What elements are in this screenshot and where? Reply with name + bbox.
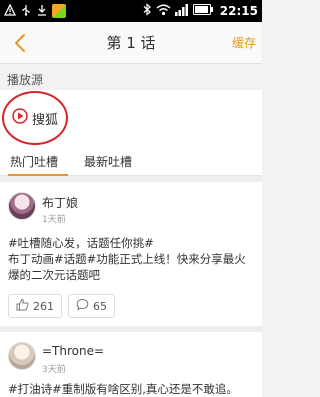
comment-bubble-icon xyxy=(76,298,89,314)
page-title: 第 1 话 xyxy=(106,34,156,52)
like-button[interactable]: 261 xyxy=(8,294,62,318)
sohu-logo-icon xyxy=(12,108,28,128)
download-icon xyxy=(36,4,48,19)
post-username[interactable]: 布丁娘 xyxy=(42,194,78,211)
usb-icon xyxy=(20,4,32,19)
title-bar: 第 1 话 缓存 xyxy=(0,22,262,64)
post-time: 3天前 xyxy=(42,365,66,375)
status-bar: 22:15 xyxy=(0,0,262,22)
app-notification-icon xyxy=(52,4,66,18)
comment-count: 65 xyxy=(93,299,107,313)
post-card[interactable]: 布丁娘 1天前 #吐槽随心发，话题任你挑# 布丁动画#话题#功能正式上线！快来分… xyxy=(0,182,262,326)
avatar[interactable] xyxy=(8,342,36,370)
source-section-label: 播放源 xyxy=(7,73,44,87)
post-username[interactable]: =Throne= xyxy=(42,344,104,358)
source-name: 搜狐 xyxy=(32,112,59,128)
comment-tabs: 热门吐槽 最新吐槽 xyxy=(0,146,262,176)
tab-latest[interactable]: 最新吐槽 xyxy=(84,153,132,170)
wifi-icon xyxy=(156,4,171,19)
post-time: 1天前 xyxy=(42,215,66,225)
post-content: #吐槽随心发，话题任你挑# 布丁动画#话题#功能正式上线！快来分享最火爆的二次元… xyxy=(8,236,246,282)
bluetooth-icon xyxy=(142,3,152,19)
source-panel: 搜狐 xyxy=(0,90,262,146)
signal-icon xyxy=(174,3,189,19)
post-card[interactable]: =Throne= 3天前 #打油诗#重制版有啥区别,真心还是不敢追。 xyxy=(0,332,262,397)
post-content: #打油诗#重制版有啥区别,真心还是不敢追。 xyxy=(8,382,238,396)
avatar[interactable] xyxy=(8,192,36,220)
clock: 22:15 xyxy=(219,4,258,18)
back-button[interactable] xyxy=(10,31,32,55)
tab-hot[interactable]: 热门吐槽 xyxy=(10,153,58,170)
like-count: 261 xyxy=(33,299,54,313)
thumb-up-icon xyxy=(16,298,29,314)
notification-warning-icon xyxy=(3,3,17,19)
comment-button[interactable]: 65 xyxy=(68,294,115,318)
cache-button[interactable]: 缓存 xyxy=(232,34,256,51)
source-sohu-button[interactable]: 搜狐 xyxy=(7,104,63,132)
battery-icon xyxy=(192,4,213,18)
